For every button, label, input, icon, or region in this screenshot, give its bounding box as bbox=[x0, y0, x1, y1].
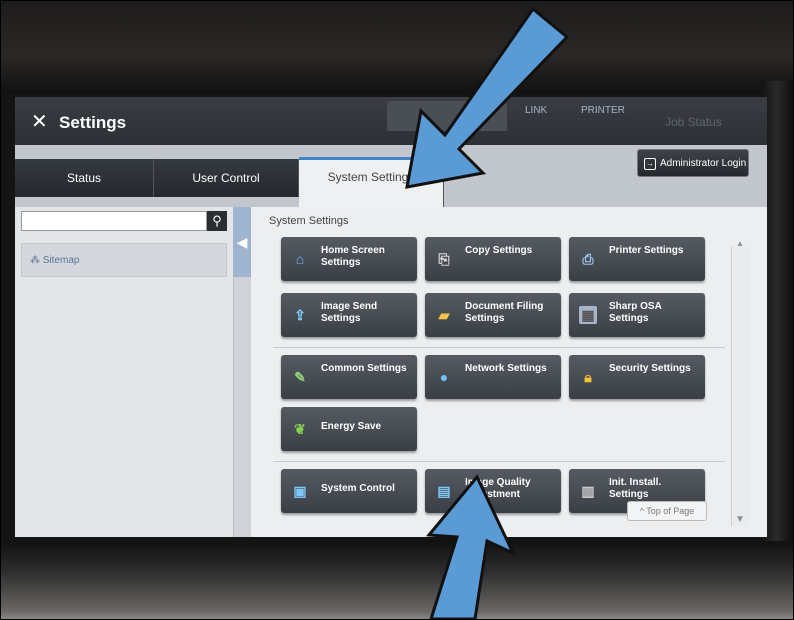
arrow-down-left bbox=[405, 6, 570, 189]
photo-frame: ✕ Settings LINK PRINTER Job Status Statu… bbox=[0, 0, 794, 620]
arrow-up bbox=[425, 474, 517, 619]
annotation-arrows bbox=[405, 6, 570, 619]
